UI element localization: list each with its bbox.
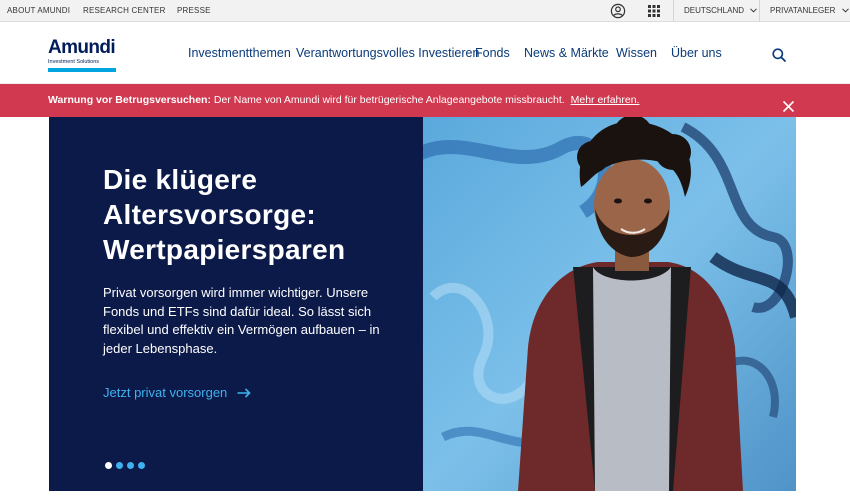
fraud-warning-banner: Warnung vor Betrugsversuchen: Der Name v…: [0, 84, 850, 117]
nav-item-verantwortungsvolles-investieren[interactable]: Verantwortungsvolles Investieren: [296, 22, 479, 84]
logo-brand: Amundi: [48, 37, 116, 58]
close-icon[interactable]: [782, 94, 795, 113]
press-link[interactable]: PRESSE: [177, 0, 211, 22]
alert-text: Der Name von Amundi wird für betrügerisc…: [210, 94, 565, 106]
chevron-down-icon: [750, 0, 758, 22]
hero-image: [423, 117, 796, 491]
apps-grid-icon[interactable]: [646, 3, 662, 19]
alert-more-link[interactable]: Mehr erfahren.: [571, 94, 640, 106]
nav-item-fonds[interactable]: Fonds: [475, 22, 510, 84]
carousel-dot[interactable]: [127, 462, 134, 469]
user-account-icon[interactable]: [610, 3, 626, 19]
logo-tagline: Investment Solutions: [48, 59, 100, 65]
hero-title-line: Altersvorsorge:: [103, 199, 317, 230]
hero-cta-link[interactable]: Jetzt privat vorsorgen: [103, 385, 251, 401]
carousel-dot[interactable]: [105, 462, 112, 469]
arrow-right-icon: [237, 386, 251, 401]
hero-title-line: Die klügere: [103, 164, 258, 195]
hero-title: Die klügere Altersvorsorge: Wertpapiersp…: [103, 162, 403, 267]
nav-item-ueber-uns[interactable]: Über uns: [671, 22, 722, 84]
hero-description: Privat vorsorgen wird immer wichtiger. U…: [103, 285, 380, 356]
region-selector[interactable]: DEUTSCHLAND: [673, 0, 759, 22]
region-label: DEUTSCHLAND: [684, 6, 745, 15]
carousel-dots: [105, 456, 149, 469]
about-link[interactable]: ABOUT AMUNDI: [7, 0, 70, 22]
chevron-down-icon: [841, 0, 849, 22]
search-icon[interactable]: [771, 47, 787, 63]
nav-item-investmentthemen[interactable]: Investmentthemen: [188, 22, 291, 84]
alert-label: Warnung vor Betrugsversuchen:: [48, 94, 211, 106]
hero-photo-illustration: [423, 117, 796, 491]
hero-cta-label: Jetzt privat vorsorgen: [103, 385, 228, 400]
alert-message: Warnung vor Betrugsversuchen: Der Name v…: [48, 84, 639, 117]
audience-selector[interactable]: PRIVATANLEGER: [759, 0, 850, 22]
nav-item-wissen[interactable]: Wissen: [616, 22, 657, 84]
logo-bar: [48, 68, 116, 72]
main-header: Amundi Investment Solutions Investmentth…: [0, 22, 850, 84]
audience-label: PRIVATANLEGER: [770, 6, 836, 15]
hero-panel: Die klügere Altersvorsorge: Wertpapiersp…: [49, 117, 423, 491]
nav-item-news-maerkte[interactable]: News & Märkte: [524, 22, 609, 84]
carousel-dot[interactable]: [116, 462, 123, 469]
carousel-dot[interactable]: [138, 462, 145, 469]
amundi-logo[interactable]: Amundi Investment Solutions: [48, 38, 120, 72]
utility-bar: ABOUT AMUNDI RESEARCH CENTER PRESSE DEUT…: [0, 0, 850, 22]
hero-title-line: Wertpapiersparen: [103, 234, 346, 265]
research-center-link[interactable]: RESEARCH CENTER: [83, 0, 166, 22]
